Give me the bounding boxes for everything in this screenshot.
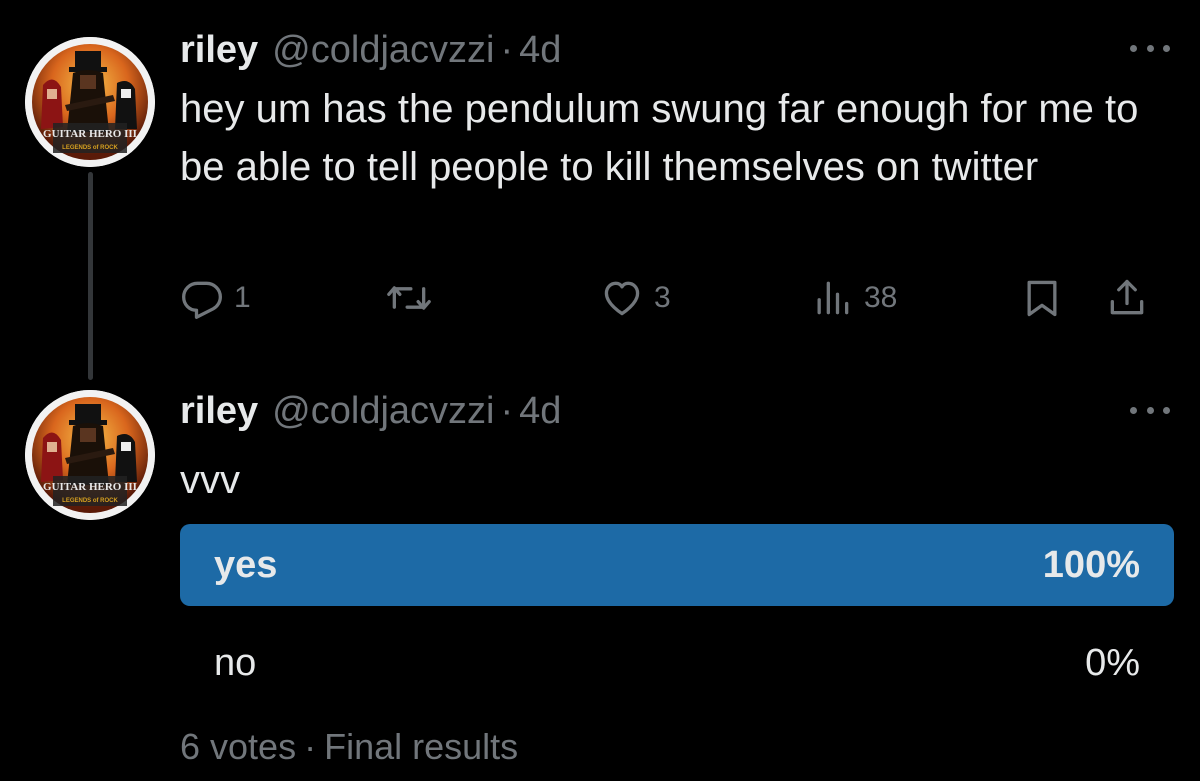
poll-footer: 6 votes · Final results bbox=[180, 722, 518, 772]
poll-option-no[interactable]: no 0% bbox=[180, 622, 1174, 704]
views-button[interactable]: 38 bbox=[810, 275, 897, 321]
user-handle[interactable]: @coldjacvzzi bbox=[272, 386, 494, 436]
reply-count: 1 bbox=[234, 281, 251, 314]
reply-icon bbox=[182, 281, 222, 319]
separator-dot: · bbox=[304, 726, 317, 767]
views-bar-chart-icon bbox=[817, 281, 849, 315]
poll-option-percent: 100% bbox=[1042, 544, 1140, 586]
poll-option-percent: 0% bbox=[1085, 642, 1140, 684]
user-handle[interactable]: @coldjacvzzi bbox=[272, 25, 494, 75]
post-header: riley @coldjacvzzi · 4d bbox=[180, 386, 561, 436]
post-timestamp[interactable]: 4d bbox=[519, 25, 561, 75]
post-text: hey um has the pendulum swung far enough… bbox=[180, 87, 1139, 189]
bookmark-button[interactable] bbox=[1020, 275, 1064, 321]
poll-option-label: no bbox=[214, 642, 257, 684]
display-name[interactable]: riley bbox=[180, 25, 258, 75]
poll-status: Final results bbox=[324, 726, 519, 767]
svg-text:LEGENDS of ROCK: LEGENDS of ROCK bbox=[62, 498, 118, 504]
avatar[interactable]: GUITAR HERO III LEGENDS of ROCK bbox=[25, 390, 155, 520]
separator-dot: · bbox=[500, 390, 514, 432]
repost-button[interactable] bbox=[385, 275, 443, 321]
share-icon bbox=[1110, 279, 1144, 315]
poll-option-yes[interactable]: yes 100% bbox=[180, 524, 1174, 606]
more-options-icon[interactable] bbox=[1130, 38, 1170, 58]
guitar-hero-avatar-icon: GUITAR HERO III LEGENDS of ROCK bbox=[25, 390, 155, 520]
more-options-icon[interactable] bbox=[1130, 400, 1170, 420]
post-text: vvv bbox=[180, 458, 240, 502]
reply-button[interactable]: 1 bbox=[180, 275, 251, 321]
like-count: 3 bbox=[654, 281, 671, 314]
svg-text:GUITAR HERO III: GUITAR HERO III bbox=[43, 128, 137, 140]
post-timestamp[interactable]: 4d bbox=[519, 386, 561, 436]
svg-text:GUITAR HERO III: GUITAR HERO III bbox=[43, 481, 137, 493]
action-bar: 1 3 38 bbox=[180, 275, 1170, 321]
svg-text:LEGENDS of ROCK: LEGENDS of ROCK bbox=[62, 145, 118, 151]
poll-option-label: yes bbox=[214, 544, 278, 586]
poll-result-bar bbox=[180, 524, 1174, 606]
tweet-thread: GUITAR HERO III LEGENDS of ROCK riley @c… bbox=[0, 0, 1200, 781]
share-button[interactable] bbox=[1105, 275, 1149, 321]
poll-vote-count: 6 votes bbox=[180, 726, 297, 767]
repost-icon bbox=[387, 286, 431, 310]
views-count: 38 bbox=[864, 281, 898, 314]
post-header: riley @coldjacvzzi · 4d bbox=[180, 25, 561, 75]
bookmark-icon bbox=[1027, 280, 1057, 317]
display-name[interactable]: riley bbox=[180, 386, 258, 436]
avatar[interactable]: GUITAR HERO III LEGENDS of ROCK bbox=[25, 37, 155, 167]
heart-icon bbox=[604, 281, 640, 316]
separator-dot: · bbox=[500, 29, 514, 71]
like-button[interactable]: 3 bbox=[600, 275, 671, 321]
thread-connector-line bbox=[88, 172, 93, 380]
guitar-hero-avatar-icon: GUITAR HERO III LEGENDS of ROCK bbox=[25, 37, 155, 167]
